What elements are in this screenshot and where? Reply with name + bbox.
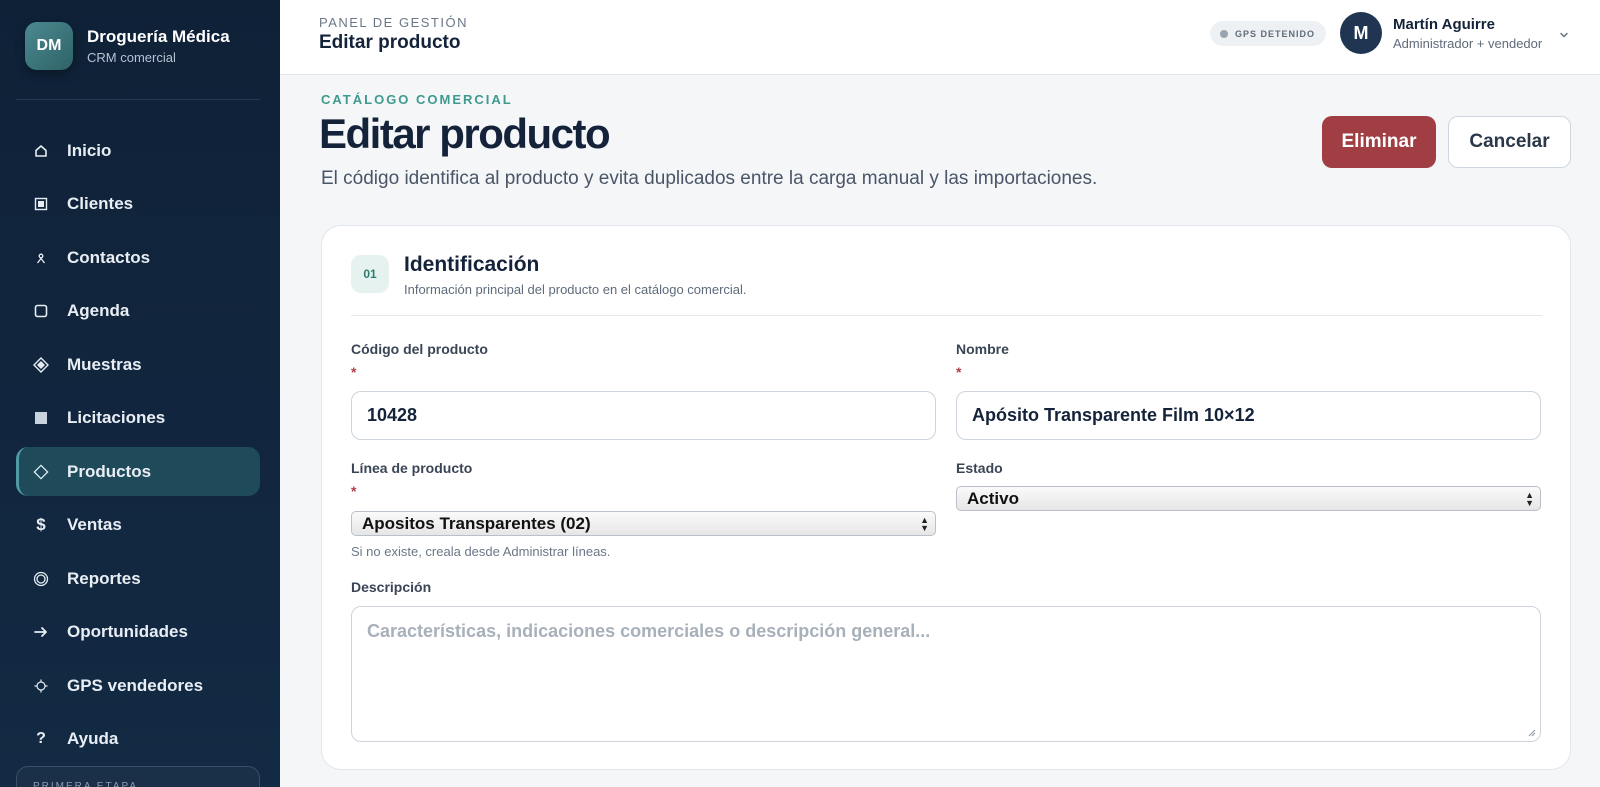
sidebar-divider — [16, 99, 260, 100]
sidebar-item-ayuda[interactable]: ? Ayuda — [16, 715, 260, 764]
person-icon — [33, 250, 49, 266]
sidebar: DM Droguería Médica CRM comercial Inicio… — [0, 0, 280, 787]
sidebar-item-label: GPS vendedores — [67, 675, 204, 695]
status-dot-icon — [1220, 29, 1228, 38]
building-icon — [33, 196, 49, 212]
sidebar-item-licitaciones[interactable]: Licitaciones — [16, 394, 260, 443]
section-number: 01 — [351, 255, 389, 293]
product-line-required-mark: * — [351, 483, 357, 499]
help-icon: ? — [36, 730, 46, 747]
sidebar-item-label: Muestras — [67, 354, 142, 374]
sidebar-item-gps-vendedores[interactable]: GPS vendedores — [16, 661, 260, 710]
sidebar-item-label: Productos — [67, 461, 152, 481]
identification-card: 01 Identificación Información principal … — [321, 225, 1571, 770]
avatar[interactable]: M — [1340, 12, 1382, 54]
home-icon — [33, 143, 49, 159]
name-label: Nombre — [956, 341, 1009, 357]
section-title: Identificación — [404, 253, 540, 276]
topbar: PANEL DE GESTIÓN Editar producto GPS DET… — [280, 0, 1600, 75]
sidebar-item-label: Licitaciones — [67, 408, 166, 427]
name-required-mark: * — [956, 364, 962, 380]
product-icon — [33, 463, 49, 480]
diamond-icon — [33, 356, 49, 373]
brand[interactable]: DM Droguería Médica CRM comercial — [25, 22, 230, 70]
section-divider — [351, 315, 1542, 316]
document-icon — [33, 410, 49, 426]
sidebar-item-label: Contactos — [67, 247, 151, 267]
sidebar-item-label: Reportes — [67, 568, 141, 588]
select-arrows-icon: ▲ ▼ — [920, 515, 929, 533]
arrow-right-icon — [33, 624, 49, 640]
description-label: Descripción — [351, 579, 432, 595]
code-input[interactable]: 10428 — [351, 391, 936, 440]
dollar-icon: $ — [36, 515, 46, 534]
sidebar-item-reportes[interactable]: Reportes — [16, 554, 260, 603]
gps-icon — [33, 678, 49, 694]
status-select[interactable]: Activo ▲ ▼ — [956, 486, 1541, 511]
status-value: Activo — [967, 488, 1019, 508]
sidebar-nav: Inicio Clientes Contactos Agenda Muestra… — [16, 126, 260, 768]
sidebar-item-label: Agenda — [67, 301, 130, 320]
calendar-icon — [33, 303, 49, 319]
product-line-label: Línea de producto — [351, 460, 473, 476]
sidebar-item-agenda[interactable]: Agenda — [16, 287, 260, 336]
sidebar-item-productos[interactable]: Productos — [16, 447, 260, 496]
delete-button[interactable]: Eliminar — [1322, 116, 1436, 168]
sidebar-item-label: Clientes — [67, 194, 134, 213]
section-subtitle: Información principal del producto en el… — [404, 282, 747, 297]
sidebar-item-clientes[interactable]: Clientes — [16, 180, 260, 229]
sidebar-item-muestras[interactable]: Muestras — [16, 340, 260, 389]
topbar-title: Editar producto — [319, 32, 461, 53]
code-required-mark: * — [351, 364, 357, 380]
description-placeholder: Características, indicaciones comerciale… — [367, 621, 931, 641]
description-textarea[interactable]: Características, indicaciones comerciale… — [351, 606, 1541, 742]
sidebar-item-label: Ayuda — [67, 729, 119, 748]
sidebar-item-contactos[interactable]: Contactos — [16, 233, 260, 282]
gps-status-text: GPS DETENIDO — [1235, 28, 1316, 39]
sidebar-stage-card: PRIMERA ETAPA — [16, 766, 260, 787]
cancel-button[interactable]: Cancelar — [1448, 116, 1571, 168]
brand-name: Droguería Médica — [87, 27, 230, 46]
code-label: Código del producto — [351, 341, 488, 357]
name-input[interactable]: Apósito Transparente Film 10×12 — [956, 391, 1541, 440]
sidebar-item-label: Ventas — [67, 515, 122, 534]
user-role: Administrador + vendedor — [1393, 36, 1543, 51]
product-line-value: Apositos Transparentes (02) — [362, 513, 591, 533]
resize-grip-icon[interactable] — [1526, 727, 1536, 737]
brand-subtitle: CRM comercial — [87, 50, 176, 65]
brand-logo: DM — [25, 22, 73, 70]
sidebar-item-ventas[interactable]: $ Ventas — [16, 501, 260, 550]
chevron-down-icon[interactable] — [1558, 28, 1570, 40]
sidebar-item-inicio[interactable]: Inicio — [16, 126, 260, 175]
status-label: Estado — [956, 460, 1003, 476]
sidebar-item-label: Oportunidades — [67, 622, 188, 641]
user-name[interactable]: Martín Aguirre — [1393, 16, 1495, 33]
page-title: Editar producto — [319, 110, 611, 157]
sidebar-item-oportunidades[interactable]: Oportunidades — [16, 608, 260, 657]
page-kicker: CATÁLOGO COMERCIAL — [321, 92, 513, 107]
sidebar-item-label: Inicio — [67, 140, 112, 160]
page-subtitle: El código identifica al producto y evita… — [321, 168, 1098, 189]
topbar-kicker: PANEL DE GESTIÓN — [319, 15, 468, 30]
report-icon — [33, 571, 49, 587]
product-line-hint: Si no existe, creala desde Administrar l… — [351, 544, 611, 559]
select-arrows-icon: ▲ ▼ — [1525, 490, 1534, 508]
gps-status-badge: GPS DETENIDO — [1210, 21, 1327, 46]
product-line-select[interactable]: Apositos Transparentes (02) ▲ ▼ — [351, 511, 936, 536]
